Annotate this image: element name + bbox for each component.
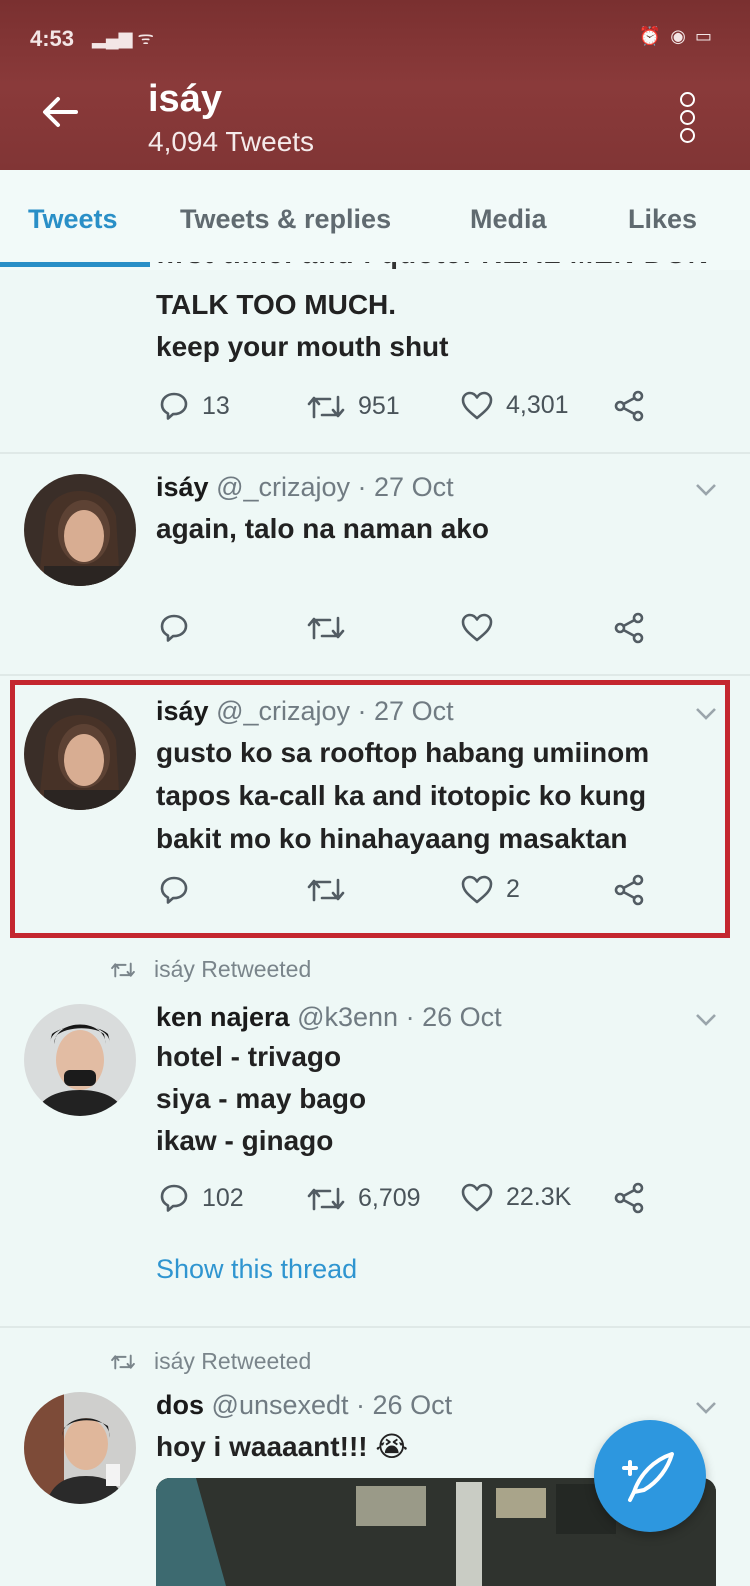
reply-icon [160,614,188,642]
author-handle[interactable]: @_crizajoy [216,472,350,502]
tweet-text-line: keep your mouth shut [156,331,449,362]
signal-icon: ▂▄▆ ᯤ [92,28,154,48]
retweet-count: 6,709 [358,1184,421,1212]
tweet-text-line: again, talo na naman ako [156,513,489,544]
reply-button[interactable]: 13 [158,390,230,422]
author-name[interactable]: ken najera [156,1002,290,1032]
tweet-header: ken najera @k3enn · 26 Oct [156,1002,502,1033]
retweeted-by-text[interactable]: isáy Retweeted [154,1348,311,1375]
tab-tweets-and-replies[interactable]: Tweets & replies [180,204,391,235]
retweet-icon [307,395,345,418]
like-icon [461,391,493,420]
chevron-down-icon[interactable] [694,1400,718,1416]
tweet-date: · 26 Oct [356,1390,453,1420]
like-button[interactable]: 4,301 [460,390,569,420]
share-icon [614,1182,644,1214]
tweet-date: · 26 Oct [405,1002,502,1032]
retweet-icon [307,616,345,640]
reply-button[interactable]: 102 [158,1182,244,1214]
more-vertical-icon[interactable] [680,92,696,143]
tweet-divider [0,452,750,454]
tweet-header: isáy @_crizajoy · 27 Oct [156,472,454,503]
profile-name: isáy [148,78,222,120]
like-icon [461,613,493,642]
share-icon [614,390,644,422]
like-count: 4,301 [506,390,569,419]
retweet-count: 951 [358,392,400,420]
author-name[interactable]: isáy [156,472,209,502]
tweet-text-line: ikaw - ginago [156,1125,334,1156]
avatar[interactable] [24,474,136,586]
tweet-text-line: hotel - trivago [156,1041,342,1072]
tweet-divider [0,1326,750,1328]
compose-tweet-button[interactable] [594,1420,706,1532]
retweeted-label: isáy Retweeted [110,956,311,983]
retweet-button[interactable]: 6,709 [306,1184,421,1213]
retweet-icon [111,1354,135,1369]
compose-icon [622,1452,674,1502]
author-handle[interactable]: @k3enn [297,1002,398,1032]
retweeted-by-text[interactable]: isáy Retweeted [154,956,311,983]
tweet-text-line: hoy i waaaant!!! 😭 [156,1431,409,1462]
tweet-header: dos @unsexedt · 26 Oct [156,1390,452,1421]
tweet-text-line: TALK TOO MUCH. [156,289,397,320]
like-button[interactable]: 22.3K [460,1182,571,1212]
reply-count: 102 [202,1183,244,1212]
like-button[interactable] [460,612,494,642]
status-bar: 4:53 ▂▄▆ ᯤ ⏰ ◉ ▭ [0,0,750,72]
chevron-down-icon[interactable] [694,482,718,498]
reply-icon [160,392,188,420]
author-handle[interactable]: @unsexedt [212,1390,349,1420]
tab-tweets[interactable]: Tweets [28,204,118,235]
reply-icon [160,1184,188,1212]
status-right-icons: ⏰ ◉ ▭ [638,26,714,46]
status-time: 4:53 [30,26,75,51]
like-icon [461,1183,493,1212]
reply-button[interactable] [158,612,190,644]
like-count: 22.3K [506,1182,572,1211]
highlight-box [10,680,730,938]
retweet-icon [307,1187,345,1210]
truncated-tweet-line: first time. and i quote: REAL MEN DON'T [156,262,716,276]
retweet-button[interactable]: 951 [306,392,400,421]
app-header: 4:53 ▂▄▆ ᯤ ⏰ ◉ ▭ isáy 4,094 Tweets [0,0,750,170]
avatar[interactable] [24,1392,136,1504]
tab-media[interactable]: Media [470,204,547,235]
tweet-text-line: siya - may bago [156,1083,367,1114]
avatar[interactable] [24,1004,136,1116]
tab-likes[interactable]: Likes [628,204,697,235]
show-thread-link[interactable]: Show this thread [156,1254,357,1285]
tweet-count: 4,094 Tweets [148,126,315,157]
profile-tabs: Tweets Tweets & replies Media Likes [0,170,750,270]
share-button[interactable] [612,612,646,644]
retweet-icon [111,962,135,977]
tweet-date: · 27 Oct [357,472,454,502]
share-button[interactable] [612,390,646,422]
retweeted-label: isáy Retweeted [110,1348,311,1375]
reply-count: 13 [202,391,230,420]
share-icon [614,612,644,644]
active-tab-indicator [0,262,150,267]
chevron-down-icon[interactable] [694,1012,718,1028]
back-arrow-icon[interactable] [38,90,82,134]
tweet-divider [0,674,750,676]
author-name[interactable]: dos [156,1390,204,1420]
share-button[interactable] [612,1182,646,1214]
retweet-button[interactable] [306,614,346,642]
